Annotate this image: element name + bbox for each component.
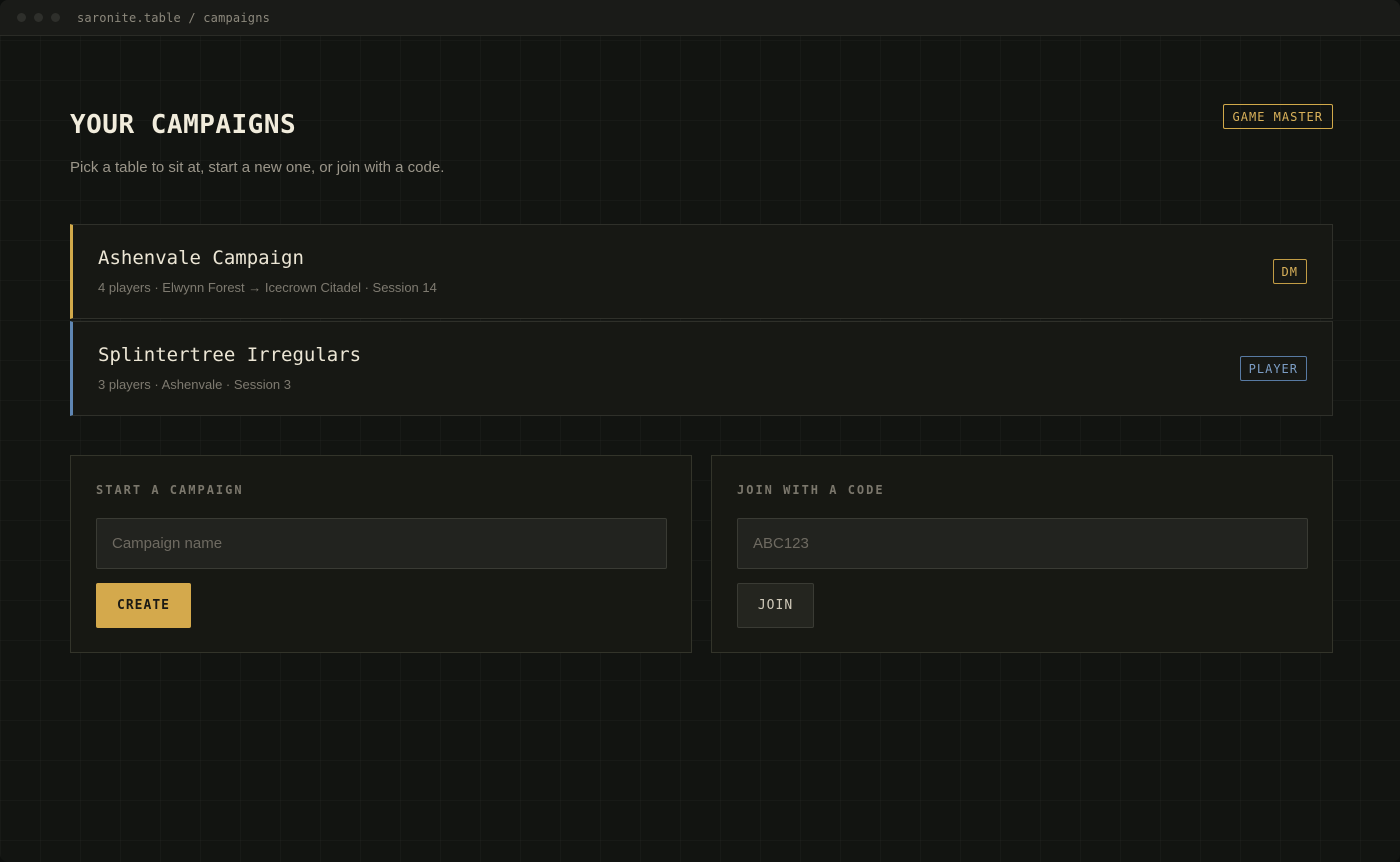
- breadcrumb: saronite.table / campaigns: [77, 10, 271, 25]
- campaign-meta: 3 players · Ashenvale · Session 3: [98, 377, 291, 392]
- campaign-role-tag: DM: [1272, 259, 1307, 284]
- campaign-name: Splintertree Irregulars: [98, 344, 362, 366]
- join-button[interactable]: JOIN: [737, 583, 814, 628]
- join-code-heading: JOIN WITH A CODE: [737, 483, 885, 497]
- create-button[interactable]: CREATE: [96, 583, 191, 628]
- start-campaign-panel: START A CAMPAIGN CREATE: [70, 455, 692, 653]
- campaign-card-splintertree[interactable]: Splintertree Irregulars 3 players · Ashe…: [70, 321, 1333, 416]
- window-controls: [17, 13, 60, 22]
- join-code-input[interactable]: [737, 518, 1308, 569]
- campaign-name-input[interactable]: [96, 518, 667, 569]
- close-window-dot-icon[interactable]: [17, 13, 26, 22]
- role-badge: GAME MASTER: [1222, 104, 1333, 129]
- page-subtitle: Pick a table to sit at, start a new one,…: [70, 159, 445, 176]
- campaign-meta: 4 players · Elwynn Forest → Icecrown Cit…: [98, 280, 437, 295]
- title-bar: saronite.table / campaigns: [0, 0, 1400, 36]
- start-campaign-heading: START A CAMPAIGN: [96, 483, 244, 497]
- minimize-window-dot-icon[interactable]: [34, 13, 43, 22]
- campaign-card-ashenvale[interactable]: Ashenvale Campaign 4 players · Elwynn Fo…: [70, 224, 1333, 319]
- page-title: YOUR CAMPAIGNS: [70, 110, 297, 140]
- maximize-window-dot-icon[interactable]: [51, 13, 60, 22]
- campaign-name: Ashenvale Campaign: [98, 247, 304, 269]
- campaign-role-tag: PLAYER: [1239, 356, 1307, 381]
- join-code-panel: JOIN WITH A CODE JOIN: [711, 455, 1333, 653]
- app-window: saronite.table / campaigns YOUR CAMPAIGN…: [0, 0, 1400, 862]
